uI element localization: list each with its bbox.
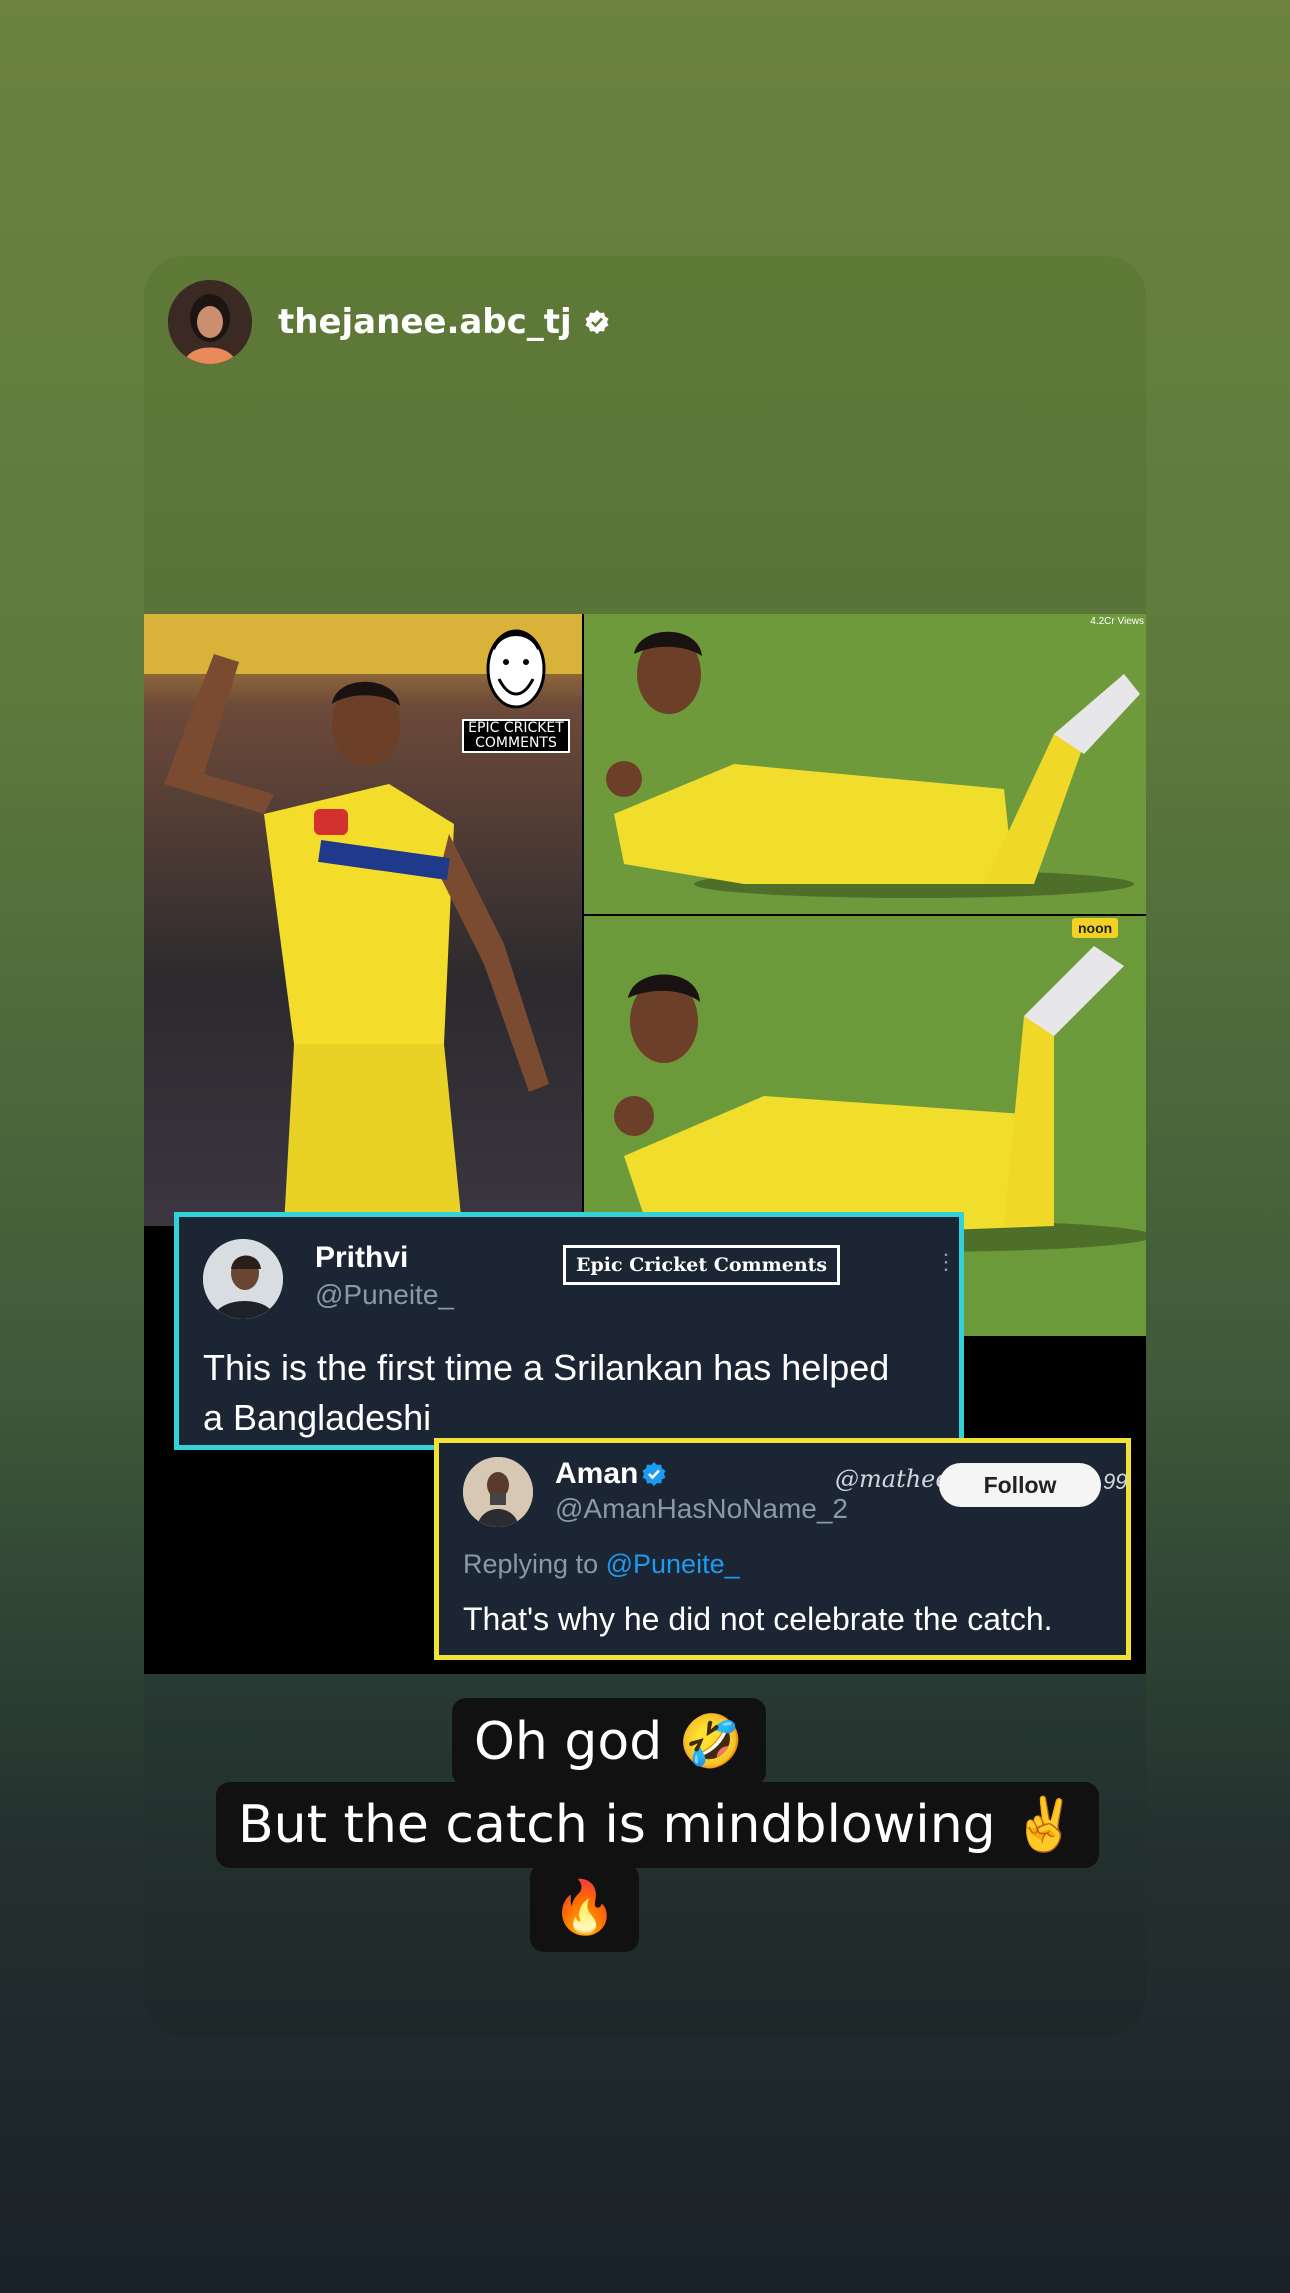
more-options-icon[interactable]: ⋮ — [935, 1251, 957, 1273]
replying-prefix: Replying to — [463, 1549, 599, 1579]
avatar-image — [168, 280, 252, 364]
tweet-author-name[interactable]: Aman — [555, 1457, 638, 1491]
replying-to: Replying to @Puneite_ — [463, 1549, 740, 1580]
overlay-handle: @mathee — [835, 1465, 950, 1493]
tweet-card-prithvi[interactable]: Prithvi @Puneite_ Epic Cricket Comments … — [174, 1212, 964, 1450]
avatar-image — [203, 1239, 283, 1319]
tweet-author-handle[interactable]: @AmanHasNoName_2 — [555, 1493, 848, 1525]
caption-line-3: 🔥 — [530, 1864, 639, 1952]
username[interactable]: thejanee.abc_tj — [278, 302, 572, 342]
caption-line-2: But the catch is mindblowing ✌️ — [216, 1782, 1099, 1868]
replying-handle-link[interactable]: @Puneite_ — [606, 1549, 740, 1579]
epic-cricket-logo: EPIC CRICKET COMMENTS — [462, 624, 570, 753]
troll-face-icon — [486, 629, 546, 709]
user-avatar[interactable] — [168, 280, 252, 364]
story-header: thejanee.abc_tj — [168, 280, 610, 364]
tweet-avatar-prithvi[interactable] — [203, 1239, 283, 1319]
blue-verified-icon — [642, 1462, 666, 1486]
story-card: thejanee.abc_tj EPIC CRICKET COMMENTS 4.… — [144, 256, 1146, 2036]
caption-line-1: Oh god 🤣 — [452, 1698, 766, 1786]
tweet-text-line2: a Bangladeshi — [203, 1397, 432, 1438]
tweet-avatar-aman[interactable] — [463, 1457, 533, 1527]
tweet-text-line1: This is the first time a Srilankan has h… — [203, 1347, 890, 1388]
watermark-line1: EPIC CRICKET — [468, 720, 564, 736]
epic-cricket-badge: Epic Cricket Comments — [563, 1245, 841, 1285]
verified-badge-icon — [585, 310, 609, 334]
tweet-author-handle[interactable]: @Puneite_ — [315, 1279, 454, 1311]
tweet-card-aman[interactable]: Aman @AmanHasNoName_2 @mathee Follow 99 … — [434, 1438, 1131, 1660]
overlay-handle-suffix: 99 — [1103, 1469, 1128, 1494]
avatar-image — [463, 1457, 533, 1527]
reposted-post[interactable]: EPIC CRICKET COMMENTS 4.2Cr Views noon P… — [144, 614, 1146, 1674]
watermark-line2: COMMENTS — [475, 735, 557, 751]
views-label: 4.2Cr Views — [1090, 616, 1144, 627]
follow-button[interactable]: Follow — [939, 1463, 1101, 1507]
fielder-photo-top — [584, 614, 1146, 914]
noon-sponsor-badge: noon — [1072, 918, 1119, 938]
tweet-author-name[interactable]: Prithvi — [315, 1241, 408, 1275]
tweet-text: That's why he did not celebrate the catc… — [463, 1601, 1053, 1637]
